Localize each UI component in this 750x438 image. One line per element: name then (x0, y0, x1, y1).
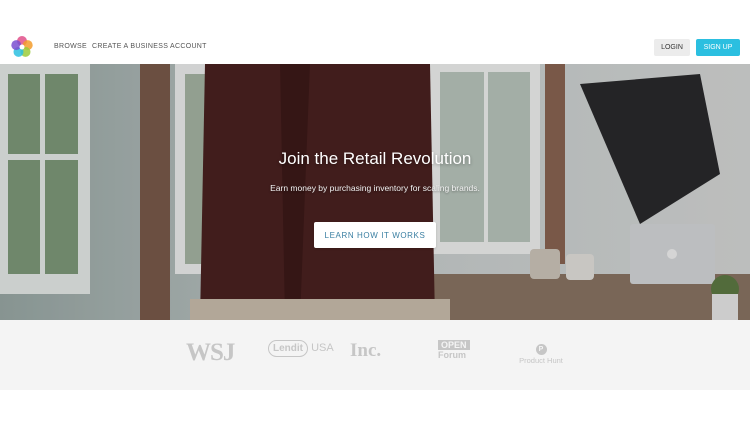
inc-logo: Inc. (350, 340, 382, 361)
product-hunt-logo: P Product Hunt (514, 344, 568, 365)
open-forum-forum-text: Forum (438, 350, 466, 360)
lendit-usa-logo: Lendit USA (268, 340, 334, 357)
open-forum-logo: OPEN Forum (438, 340, 470, 360)
flower-logo-icon[interactable] (10, 35, 34, 59)
product-hunt-text: Product Hunt (519, 356, 563, 365)
hero-banner: Join the Retail Revolution Earn money by… (0, 64, 750, 320)
lendit-usa-text: USA (311, 342, 334, 354)
open-forum-open-text: OPEN (438, 340, 470, 350)
wsj-logo: WSJ (186, 339, 235, 366)
press-logos-band: WSJ Lendit USA Inc. OPEN Forum P Product… (0, 320, 750, 390)
nav-create-business-account-link[interactable]: CREATE A BUSINESS ACCOUNT (92, 43, 207, 50)
lendit-logo-mark: Lendit (268, 340, 308, 357)
learn-how-it-works-button[interactable]: LEARN HOW IT WORKS (314, 222, 436, 248)
hero-title: Join the Retail Revolution (278, 149, 472, 168)
hero-subtitle: Earn money by purchasing inventory for s… (270, 183, 480, 193)
nav-browse-link[interactable]: BROWSE (54, 43, 87, 50)
product-hunt-badge-icon: P (535, 344, 547, 355)
top-navigation-bar: BROWSE CREATE A BUSINESS ACCOUNT LOGIN S… (0, 30, 750, 64)
login-button[interactable]: LOGIN (654, 39, 690, 56)
signup-button[interactable]: SIGN UP (696, 39, 740, 56)
